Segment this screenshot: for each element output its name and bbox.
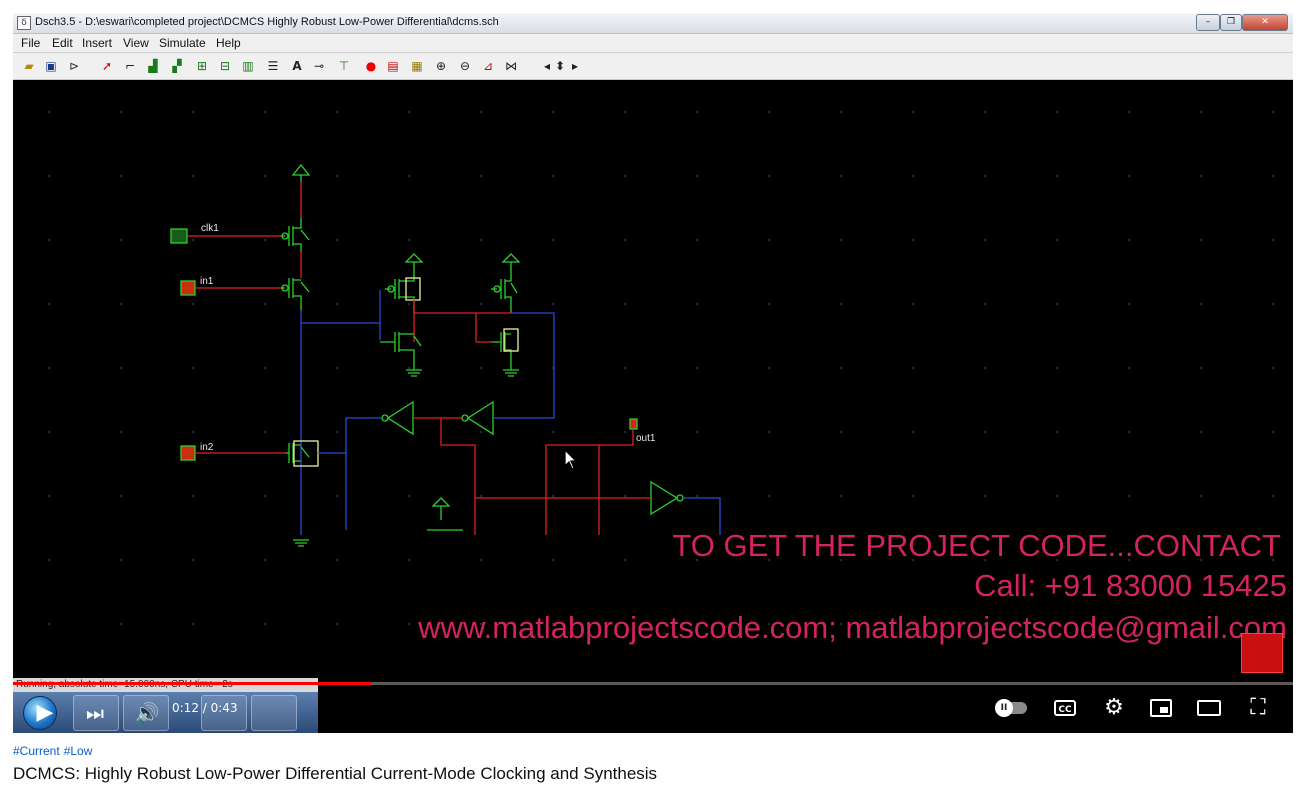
menu-edit[interactable]: Edit	[52, 36, 73, 50]
inverter	[650, 480, 679, 516]
wire	[440, 418, 476, 535]
chart-icon[interactable]: ▦	[409, 58, 425, 74]
time-display: 0:12 / 0:43	[172, 701, 238, 715]
menu-view[interactable]: View	[123, 36, 149, 50]
arrow-right-icon[interactable]: ▸	[567, 58, 583, 74]
hashtag-link[interactable]: #Current	[13, 744, 60, 758]
input-port-in1	[180, 280, 196, 296]
overlay-contact-heading: TO GET THE PROJECT CODE...CONTACT	[672, 528, 1281, 563]
mouse-cursor	[564, 448, 578, 470]
pmos-icon[interactable]: ▞	[169, 58, 185, 74]
label-out1: out1	[636, 433, 656, 444]
pmos-transistor	[491, 276, 518, 313]
label-in1: in1	[200, 276, 214, 287]
vdd-symbol	[501, 253, 521, 276]
component-icon[interactable]: ⊟	[217, 58, 233, 74]
pmos-transistor	[385, 276, 415, 313]
app-icon: δ	[17, 16, 31, 30]
record-icon[interactable]: ●	[363, 58, 379, 74]
vdd-icon[interactable]: ⊤	[336, 58, 352, 74]
settings-gear-icon[interactable]: ⚙	[1100, 694, 1128, 722]
menu-help[interactable]: Help	[216, 36, 241, 50]
next-button[interactable]: ⏭	[77, 696, 113, 730]
menu-simulate[interactable]: Simulate	[159, 36, 206, 50]
volume-icon[interactable]: 🔊	[129, 696, 165, 730]
label-icon[interactable]: ⊸	[311, 58, 327, 74]
maximize-button[interactable]: ❐	[1220, 14, 1242, 31]
arrow-up-down-icon[interactable]: ⬍	[552, 58, 568, 74]
open-folder-icon[interactable]: ▰	[21, 58, 37, 74]
status-bar: Running, absolute time=15.000ns, CPU tim…	[13, 678, 318, 692]
wire	[345, 417, 382, 530]
fullscreen-icon[interactable]: ⛶	[1244, 694, 1272, 722]
menu-insert[interactable]: Insert	[82, 36, 112, 50]
component-icon[interactable]: ▥	[240, 58, 256, 74]
duration: 0:43	[210, 701, 238, 715]
select-arrow-icon[interactable]: ➚	[99, 58, 115, 74]
vdd-symbol	[427, 497, 463, 531]
video-title: DCMCS: Highly Robust Low-Power Different…	[13, 764, 658, 783]
ground-symbol	[293, 539, 309, 547]
clock-input-symbol	[170, 228, 188, 244]
vdd-symbol	[404, 253, 424, 276]
measure-icon[interactable]: ⊿	[480, 58, 496, 74]
inverter	[386, 400, 414, 436]
window-titlebar: δ Dsch3.5 - D:\eswari\completed project\…	[13, 13, 1293, 34]
input-port-in2	[180, 445, 196, 461]
autoplay-toggle[interactable]: II	[995, 699, 1027, 717]
miniplayer-button[interactable]	[1150, 699, 1172, 717]
wire	[476, 312, 511, 343]
current-time: 0:12	[172, 701, 199, 715]
pmos-transistor	[281, 278, 310, 310]
ground-symbol	[406, 369, 422, 377]
video-player[interactable]: δ Dsch3.5 - D:\eswari\completed project\…	[13, 13, 1293, 733]
nmos-icon[interactable]: ▟	[145, 58, 161, 74]
vdd-symbol	[291, 163, 311, 182]
simulate-icon[interactable]: ⊳	[66, 58, 82, 74]
miniplayer-icon	[1160, 707, 1168, 713]
theater-mode-button[interactable]	[1197, 700, 1221, 716]
wire	[300, 290, 381, 535]
draw-line-icon[interactable]: ⌐	[122, 58, 138, 74]
wire	[413, 299, 477, 342]
channel-logo	[1241, 633, 1283, 673]
nmos-transistor	[380, 332, 422, 370]
nmos-transistor	[285, 443, 310, 463]
menu-file[interactable]: File	[21, 36, 40, 50]
timing-chart-icon[interactable]: ▤	[385, 58, 401, 74]
progress-played	[13, 682, 372, 685]
ground-symbol	[503, 369, 519, 377]
output-port-out1	[629, 418, 638, 430]
close-button[interactable]: ✕	[1242, 14, 1288, 31]
play-button[interactable]: ▶	[27, 696, 63, 730]
toolbar: ▰ ▣ ⊳ ➚ ⌐ ▟ ▞ ⊞ ⊟ ▥ ☰ A ⊸ ⊤ ● ▤ ▦ ⊕ ⊖ ⊿ …	[13, 53, 1293, 80]
save-icon[interactable]: ▣	[43, 58, 59, 74]
highlight-box	[503, 328, 519, 352]
pause-icon: II	[995, 699, 1013, 717]
label-in2: in2	[200, 442, 214, 453]
netlist-icon[interactable]: ⋈	[503, 58, 519, 74]
inverter	[466, 400, 494, 436]
bus-icon[interactable]: ☰	[265, 58, 281, 74]
component-icon[interactable]: ⊞	[194, 58, 210, 74]
menu-bar: File Edit Insert View Simulate Help	[13, 34, 1293, 53]
hashtags: #Current #Low	[13, 744, 96, 758]
overlay-website-email: www.matlabprojectscode.com; matlabprojec…	[418, 610, 1287, 645]
taskbar-item	[251, 695, 297, 731]
hashtag-link[interactable]: #Low	[64, 744, 93, 758]
label-clk1: clk1	[201, 223, 219, 234]
text-icon[interactable]: A	[289, 58, 305, 74]
zoom-in-icon[interactable]: ⊕	[433, 58, 449, 74]
wire	[475, 430, 634, 535]
pmos-transistor	[281, 218, 310, 252]
window-title: Dsch3.5 - D:\eswari\completed project\DC…	[35, 16, 499, 28]
progress-bar[interactable]	[13, 682, 1293, 685]
cc-button[interactable]: CC	[1054, 700, 1076, 716]
zoom-out-icon[interactable]: ⊖	[457, 58, 473, 74]
minimize-button[interactable]: –	[1196, 14, 1220, 31]
overlay-phone: Call: +91 83000 15425	[974, 568, 1287, 603]
